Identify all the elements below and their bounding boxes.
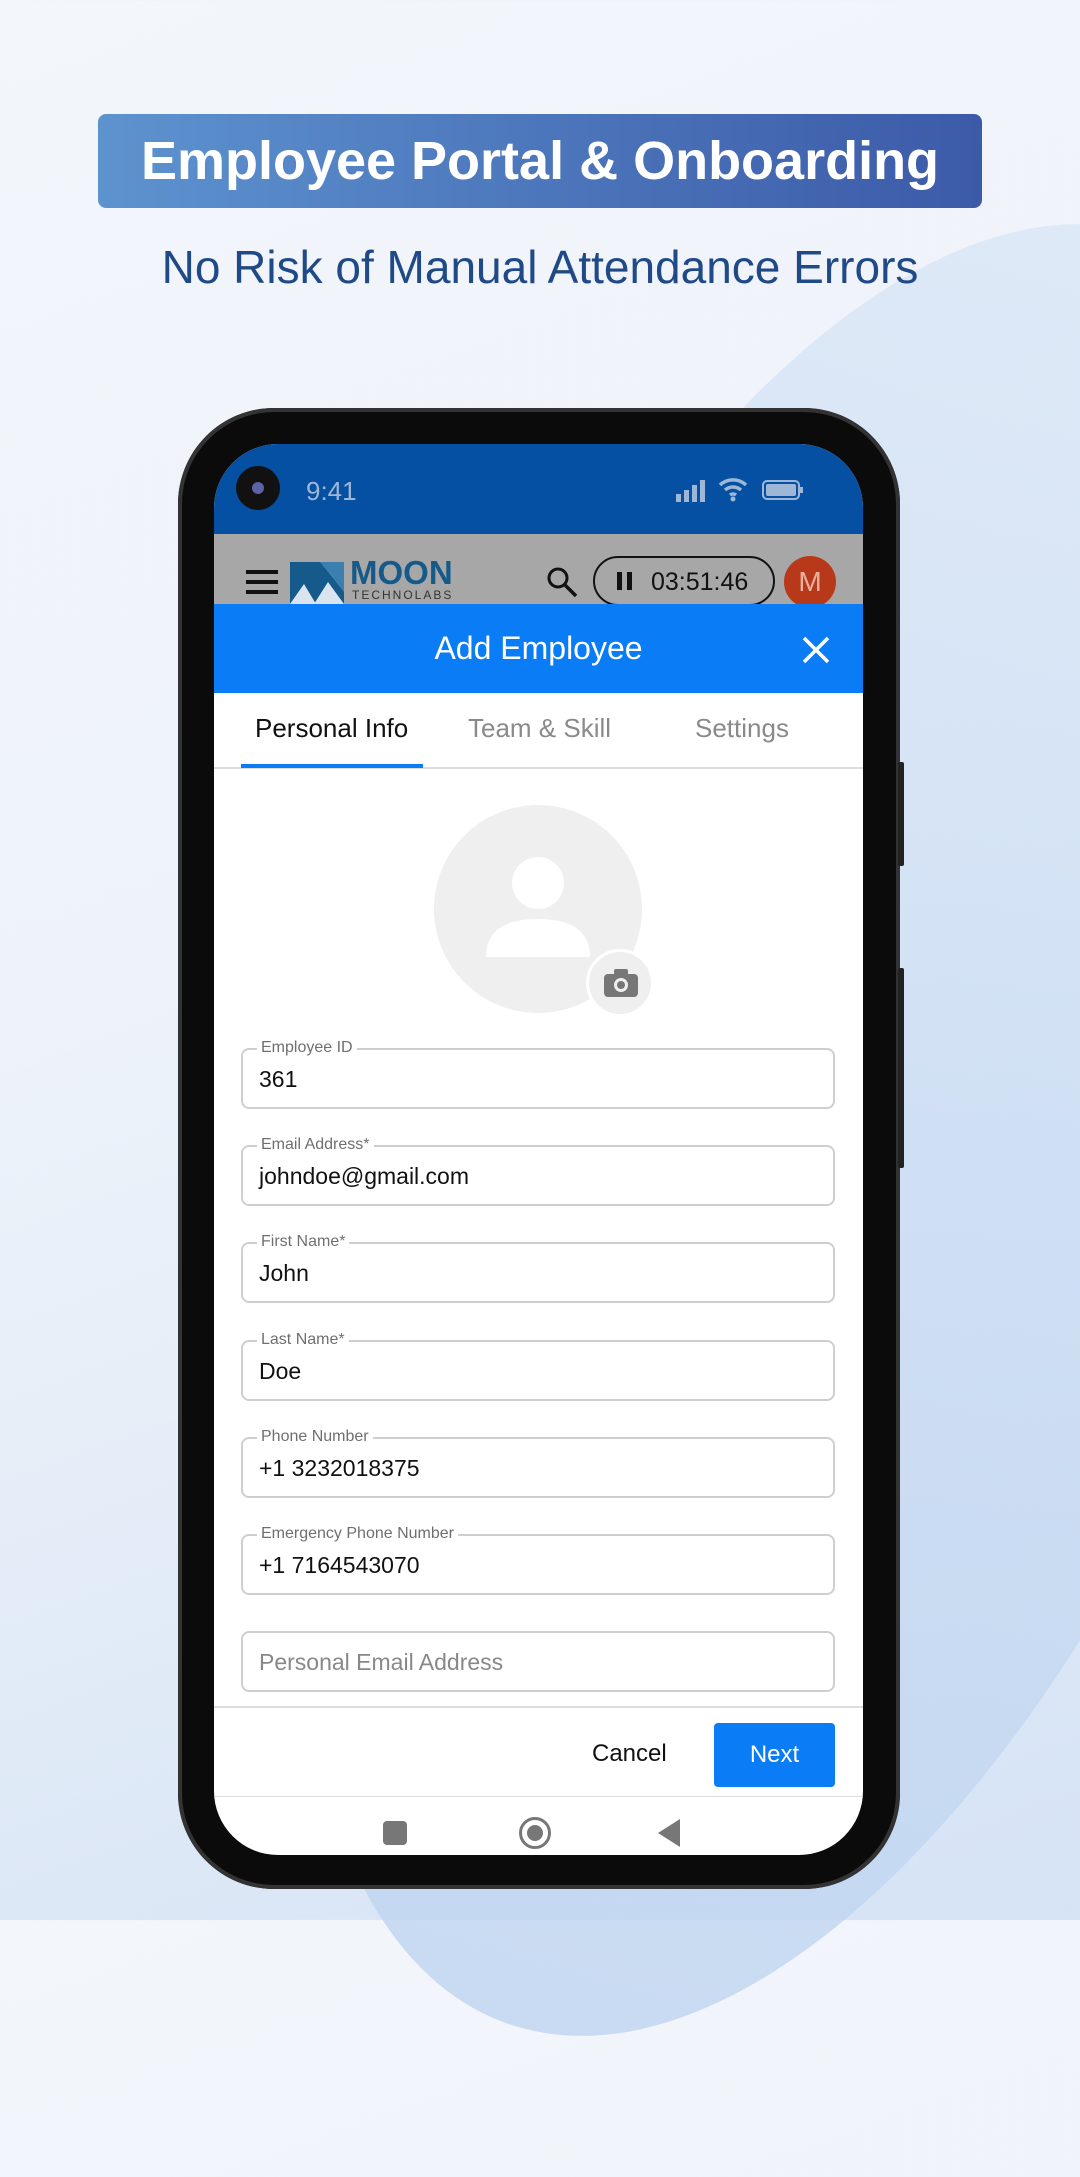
phone-number-field[interactable]: Phone Number +1 3232018375	[241, 1428, 835, 1498]
field-value: johndoe@gmail.com	[259, 1163, 470, 1189]
first-name-field[interactable]: First Name* John	[241, 1233, 835, 1303]
avatar[interactable]: M	[784, 556, 836, 608]
field-label: Employee ID	[257, 1039, 357, 1057]
personal-email-field[interactable]: Personal Email Address	[241, 1631, 835, 1692]
recents-nav-icon[interactable]	[383, 1821, 407, 1845]
field-placeholder: Personal Email Address	[259, 1649, 504, 1675]
status-time: 9:41	[306, 476, 357, 506]
email-field[interactable]: Email Address* johndoe@gmail.com	[241, 1136, 835, 1206]
divider	[214, 1796, 863, 1797]
brand-logo-icon	[290, 562, 344, 604]
emergency-phone-field[interactable]: Emergency Phone Number +1 7164543070	[241, 1525, 835, 1595]
next-button[interactable]: Next	[714, 1723, 835, 1787]
tab-team-skill[interactable]: Team & Skill	[468, 713, 611, 744]
cancel-button[interactable]: Cancel	[592, 1740, 667, 1768]
promo-title: Employee Portal & Onboarding	[98, 114, 982, 208]
phone-screen: 9:41 MOON TECHNOLABS 03:51:46 M Add Empl…	[214, 444, 863, 1855]
field-label: First Name*	[257, 1233, 350, 1251]
timer-value: 03:51:46	[651, 568, 749, 596]
tab-settings[interactable]: Settings	[695, 713, 789, 744]
camera-upload-button[interactable]	[586, 949, 654, 1017]
camera-icon	[604, 969, 638, 997]
menu-icon[interactable]	[246, 570, 278, 594]
battery-icon	[762, 480, 803, 500]
wifi-icon	[718, 478, 748, 502]
app-bar: MOON TECHNOLABS 03:51:46 M	[214, 534, 863, 608]
status-bar: 9:41	[214, 444, 863, 534]
tab-bar: Personal Info Team & Skill Settings	[214, 693, 863, 769]
divider	[214, 1706, 863, 1708]
camera-icon	[236, 466, 280, 510]
field-label: Last Name*	[257, 1331, 349, 1349]
brand-name: MOON	[350, 554, 453, 591]
signal-icon	[676, 480, 705, 502]
modal-title: Add Employee	[434, 630, 643, 666]
pause-icon[interactable]	[617, 572, 622, 590]
field-value: Doe	[259, 1358, 302, 1384]
back-nav-icon[interactable]	[658, 1819, 682, 1847]
modal-header: Add Employee	[214, 604, 863, 693]
volume-button	[898, 762, 904, 866]
field-value: +1 3232018375	[259, 1455, 420, 1481]
field-label: Emergency Phone Number	[257, 1525, 458, 1543]
home-nav-icon[interactable]	[519, 1817, 551, 1849]
active-tab-indicator	[241, 764, 423, 768]
employee-id-field[interactable]: Employee ID 361	[241, 1039, 835, 1109]
timer-pill[interactable]: 03:51:46	[593, 556, 775, 606]
last-name-field[interactable]: Last Name* Doe	[241, 1331, 835, 1401]
tab-personal-info[interactable]: Personal Info	[255, 713, 408, 744]
field-value: John	[259, 1260, 309, 1286]
close-icon[interactable]	[802, 636, 830, 664]
field-label: Phone Number	[257, 1428, 373, 1446]
brand-subtitle: TECHNOLABS	[352, 588, 454, 602]
search-icon[interactable]	[546, 566, 578, 598]
field-label: Email Address*	[257, 1136, 374, 1154]
promo-subtitle: No Risk of Manual Attendance Errors	[161, 241, 919, 293]
power-button	[898, 968, 904, 1168]
field-value: 361	[259, 1066, 298, 1092]
field-value: +1 7164543070	[259, 1552, 420, 1578]
